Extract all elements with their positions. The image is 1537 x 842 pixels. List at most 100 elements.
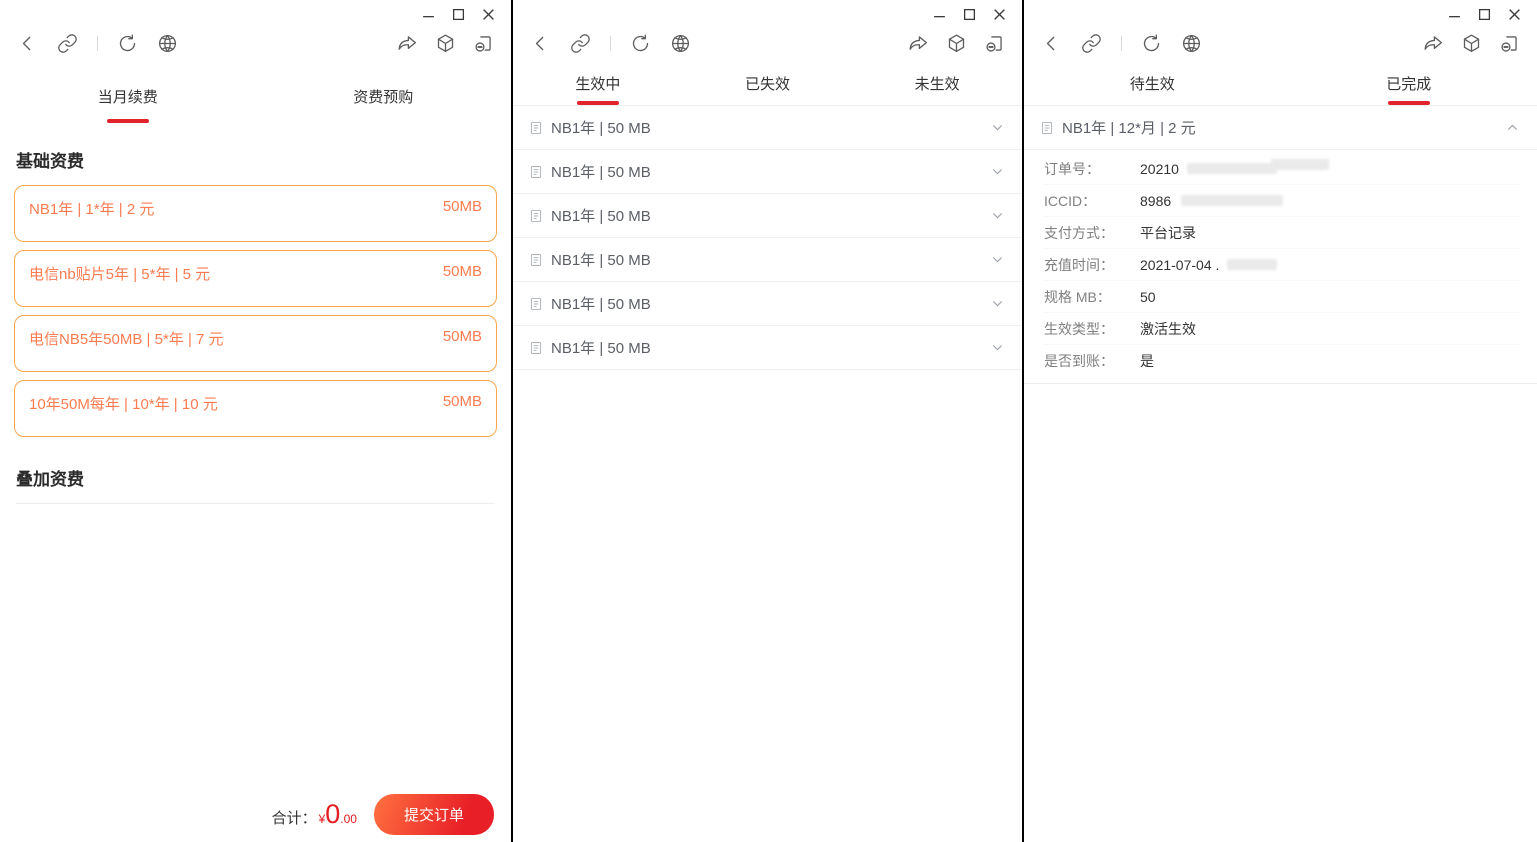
back-icon[interactable] (530, 33, 551, 54)
chevron-down-icon[interactable] (989, 119, 1006, 136)
back-icon[interactable] (1041, 33, 1062, 54)
detail-row-order-number: 订单号： 20210 (1044, 153, 1521, 185)
share-icon[interactable] (1423, 33, 1444, 54)
list-item[interactable]: NB1年 | 50 MB (513, 282, 1022, 326)
refresh-icon[interactable] (1141, 33, 1162, 54)
checkout-bar: 合计： ¥ 0 .00 提交订单 (0, 794, 494, 835)
active-tab-underline (1387, 101, 1430, 105)
globe-icon[interactable] (1181, 33, 1202, 54)
globe-icon[interactable] (670, 33, 691, 54)
package-label: NB1年 | 50 MB (551, 296, 651, 313)
plan-card[interactable]: 电信NB5年50MB | 5*年 | 7 元 50MB (14, 315, 497, 372)
tab-bar: 当月续费 资费预购 (0, 62, 511, 123)
toolbar-divider (97, 35, 98, 51)
minimize-icon[interactable] (413, 5, 443, 23)
active-tab-underline (576, 101, 619, 105)
close-icon[interactable] (1499, 5, 1529, 23)
tab-in-effect[interactable]: 生效中 (513, 73, 683, 105)
tab-current-month-renew[interactable]: 当月续费 (0, 86, 256, 123)
tab-label: 已完成 (1386, 76, 1432, 93)
order-doc-icon (529, 340, 543, 356)
package-label: NB1年 | 50 MB (551, 164, 651, 181)
chevron-down-icon[interactable] (989, 207, 1006, 224)
window-active-packages: 生效中 已失效 未生效 NB1年 | 50 MB NB1年 | 50 MB NB… (513, 0, 1022, 842)
section-divider (16, 503, 495, 504)
refresh-icon[interactable] (630, 33, 651, 54)
cube-icon[interactable] (1461, 33, 1482, 54)
toolbar-divider (1121, 35, 1122, 51)
minimize-icon[interactable] (1439, 5, 1469, 23)
detail-label: 规格 MB： (1044, 288, 1111, 305)
chevron-down-icon[interactable] (989, 163, 1006, 180)
list-item[interactable]: NB1年 | 50 MB (513, 238, 1022, 282)
detail-label: 订单号： (1044, 160, 1100, 177)
submit-order-button[interactable]: 提交订单 (373, 794, 494, 835)
section-title-stack-fees: 叠加资费 (16, 470, 84, 489)
floating-window-icon[interactable] (1499, 33, 1520, 54)
list-item[interactable]: NB1年 | 50 MB (513, 326, 1022, 370)
detail-label: 充值时间： (1044, 256, 1114, 273)
link-icon[interactable] (57, 33, 78, 54)
chevron-up-icon[interactable] (1504, 119, 1521, 136)
link-icon[interactable] (1081, 33, 1102, 54)
tab-fee-prepurchase[interactable]: 资费预购 (256, 86, 512, 123)
maximize-icon[interactable] (1469, 5, 1499, 23)
expanded-order-header[interactable]: NB1年 | 12*月 | 2 元 (1024, 106, 1537, 150)
tab-completed[interactable]: 已完成 (1281, 73, 1537, 105)
share-icon[interactable] (908, 33, 929, 54)
tab-pending-effective[interactable]: 待生效 (1024, 73, 1281, 105)
plan-card[interactable]: 10年50M每年 | 10*年 | 10 元 50MB (14, 380, 497, 437)
plan-card[interactable]: NB1年 | 1*年 | 2 元 50MB (14, 185, 497, 242)
share-icon[interactable] (397, 33, 418, 54)
maximize-icon[interactable] (443, 5, 473, 23)
detail-label: 生效类型： (1044, 320, 1114, 337)
tab-label: 待生效 (1129, 76, 1175, 93)
plan-size: 50MB (442, 328, 482, 345)
list-item[interactable]: NB1年 | 50 MB (513, 106, 1022, 150)
tab-bar: 待生效 已完成 (1024, 62, 1537, 106)
cube-icon[interactable] (946, 33, 967, 54)
amount-decimal: .00 (340, 812, 357, 826)
redacted-value (1227, 259, 1278, 270)
plan-name: 电信NB5年50MB | 5*年 | 7 元 (29, 331, 224, 348)
detail-row-iccid: ICCID： 8986 (1044, 185, 1521, 217)
floating-window-icon[interactable] (473, 33, 494, 54)
plan-card[interactable]: 电信nb贴片5年 | 5*年 | 5 元 50MB (14, 250, 497, 307)
package-label: NB1年 | 50 MB (551, 208, 651, 225)
list-item[interactable]: NB1年 | 50 MB (513, 194, 1022, 238)
toolbar-divider (610, 35, 611, 51)
total-label: 合计： (271, 810, 317, 827)
floating-window-icon[interactable] (984, 33, 1005, 54)
detail-row-effective-type: 生效类型： 激活生效 (1044, 313, 1521, 345)
package-list: NB1年 | 50 MB NB1年 | 50 MB NB1年 | 50 MB N… (513, 106, 1022, 370)
minimize-icon[interactable] (924, 5, 954, 23)
list-item[interactable]: NB1年 | 50 MB (513, 150, 1022, 194)
tab-not-effective[interactable]: 未生效 (852, 73, 1022, 105)
globe-icon[interactable] (157, 33, 178, 54)
back-icon[interactable] (17, 33, 38, 54)
titlebar (0, 0, 511, 24)
link-icon[interactable] (570, 33, 591, 54)
order-doc-icon (1040, 120, 1054, 136)
detail-value: 20210 (1140, 159, 1329, 177)
redacted-value (1186, 163, 1277, 174)
chevron-down-icon[interactable] (989, 251, 1006, 268)
chevron-down-icon[interactable] (989, 339, 1006, 356)
close-icon[interactable] (984, 5, 1014, 23)
close-icon[interactable] (473, 5, 503, 23)
maximize-icon[interactable] (954, 5, 984, 23)
devtools-preview-windows: 当月续费 资费预购 基础资费 NB1年 | 1*年 | 2 元 50MB 电信n… (0, 0, 1537, 842)
package-label: NB1年 | 50 MB (551, 252, 651, 269)
refresh-icon[interactable] (117, 33, 138, 54)
redacted-value (1181, 195, 1284, 206)
plan-size: 50MB (442, 198, 482, 215)
nav-toolbar (1024, 24, 1537, 62)
chevron-down-icon[interactable] (989, 295, 1006, 312)
plan-name: 电信nb贴片5年 | 5*年 | 5 元 (29, 266, 211, 283)
tab-label: 当月续费 (97, 89, 158, 106)
cube-icon[interactable] (435, 33, 456, 54)
order-doc-icon (529, 252, 543, 268)
order-doc-icon (529, 208, 543, 224)
detail-label: ICCID： (1044, 192, 1097, 209)
tab-expired[interactable]: 已失效 (683, 73, 853, 105)
